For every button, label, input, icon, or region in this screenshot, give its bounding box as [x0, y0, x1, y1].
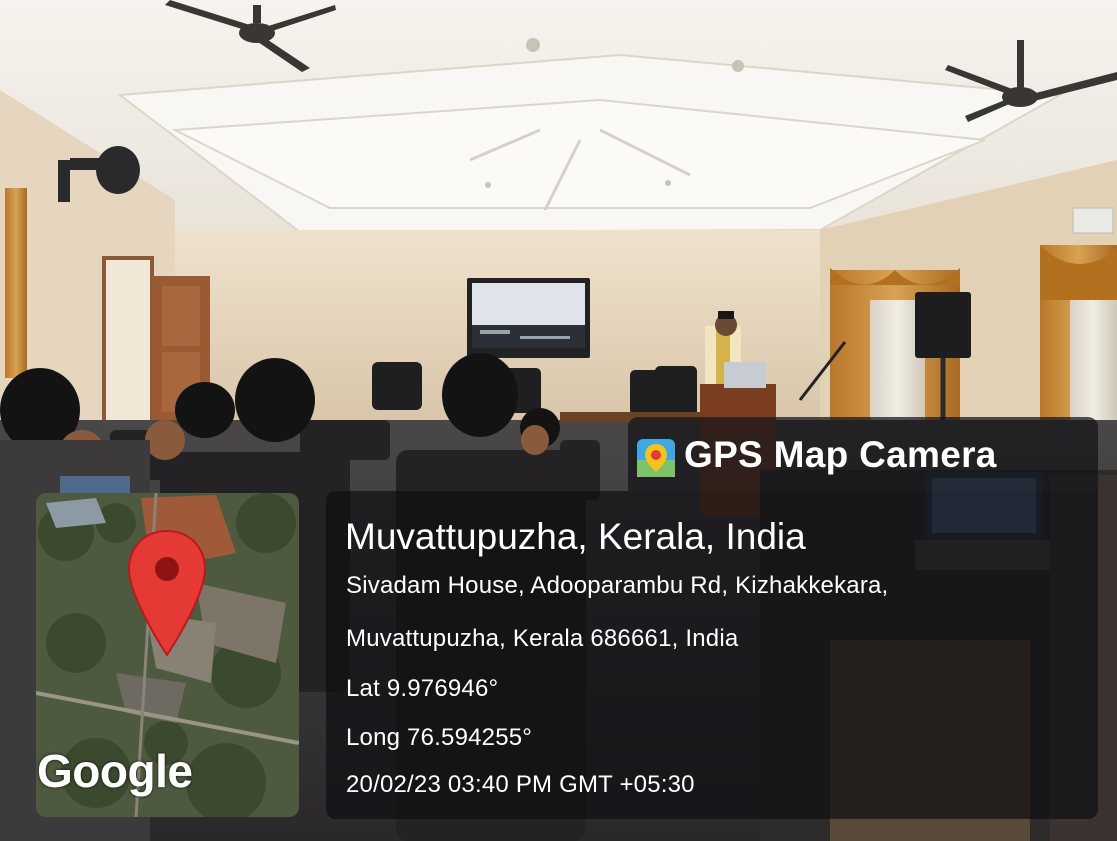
map-pin-app-icon — [637, 439, 675, 477]
app-badge-label: GPS Map Camera — [684, 434, 997, 475]
google-attribution-logo: Google — [37, 745, 193, 797]
photo-stage: GPS Map Camera Muvattupuzha, Kerala, Ind… — [0, 0, 1117, 841]
location-title: Muvattupuzha, Kerala, India — [345, 516, 806, 557]
longitude-readout: Long 76.594255° — [346, 724, 533, 751]
address-line-1: Sivadam House, Adooparambu Rd, Kizhakkek… — [346, 572, 889, 599]
datetime-stamp: 20/02/23 03:40 PM GMT +05:30 — [346, 771, 695, 798]
address-line-2: Muvattupuzha, Kerala 686661, India — [346, 625, 739, 652]
latitude-readout: Lat 9.976946° — [346, 675, 499, 702]
